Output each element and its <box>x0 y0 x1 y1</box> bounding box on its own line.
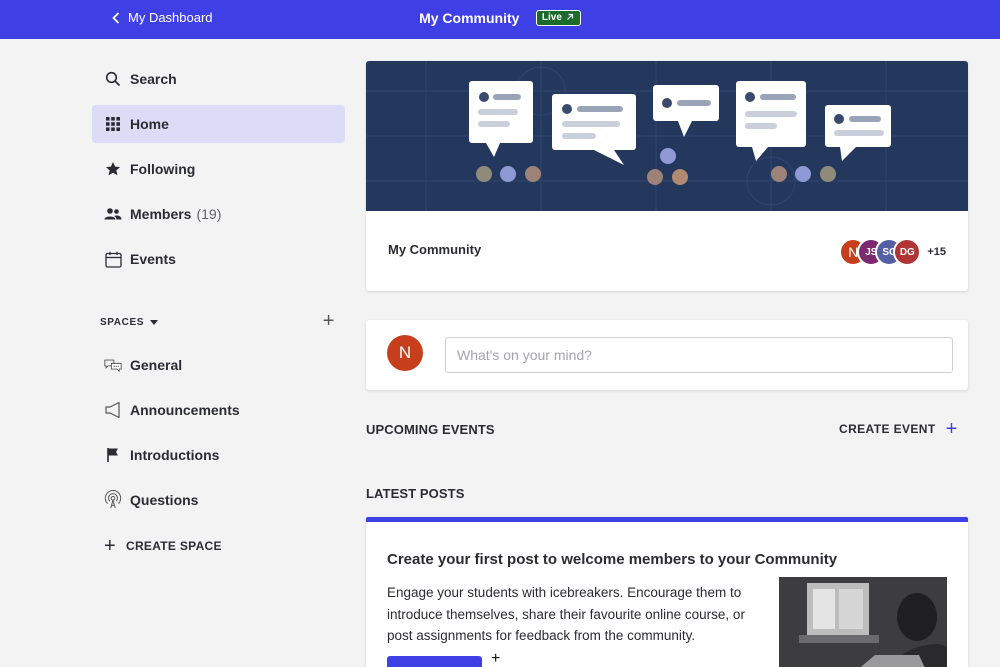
search-icon <box>104 70 122 88</box>
post-body: Engage your students with icebreakers. E… <box>387 585 745 643</box>
spaces-heading[interactable]: SPACES + <box>92 311 345 332</box>
post-composer: N <box>366 320 968 390</box>
sidebar-item-label: Questions <box>130 492 199 508</box>
avatar: N <box>387 335 423 371</box>
sidebar-item-announcements[interactable]: Announcements <box>92 391 345 429</box>
broadcast-icon <box>104 490 122 509</box>
members-icon <box>104 205 122 223</box>
welcome-post-card: Create your first post to welcome member… <box>366 517 968 667</box>
external-link-icon <box>566 14 574 21</box>
crosshair-cursor-icon: + <box>491 650 501 667</box>
sidebar-item-label: General <box>130 357 183 373</box>
community-title: My Community <box>419 9 520 26</box>
post-image <box>779 577 947 667</box>
sidebar-item-label: Home <box>130 116 169 132</box>
create-space-button[interactable]: + CREATE SPACE <box>92 527 345 565</box>
grid-icon <box>104 115 122 133</box>
plus-icon: + <box>104 534 116 557</box>
sidebar-item-introductions[interactable]: Introductions <box>92 436 345 474</box>
sidebar-item-search[interactable]: Search <box>92 60 345 98</box>
sidebar-item-following[interactable]: Following <box>92 150 345 188</box>
post-title: Create your first post to welcome member… <box>387 551 838 568</box>
more-members-count: +15 <box>927 246 946 258</box>
avatar: DG <box>893 238 922 266</box>
sidebar-item-events[interactable]: Events <box>92 240 345 278</box>
plus-icon: + <box>945 418 958 440</box>
title-wrap: My Community Live <box>0 9 1000 27</box>
community-hero-card: My Community N JS SC DG +15 <box>366 61 968 291</box>
star-icon <box>104 160 122 178</box>
sidebar-item-label: Announcements <box>130 402 240 418</box>
sidebar-item-label: Introductions <box>130 447 220 463</box>
sidebar-item-questions[interactable]: Questions <box>92 481 345 519</box>
sidebar-item-label: Search <box>130 71 177 87</box>
members-count: (19) <box>196 206 222 222</box>
upcoming-events-heading: UPCOMING EVENTS <box>366 422 495 437</box>
live-badge[interactable]: Live <box>535 9 581 26</box>
sidebar-item-label: Members <box>130 206 192 222</box>
live-badge-label: Live <box>541 11 562 23</box>
megaphone-icon <box>104 401 122 419</box>
chat-bubbles-icon <box>104 356 122 374</box>
latest-posts-heading: LATEST POSTS <box>366 486 465 501</box>
flag-icon <box>104 446 122 464</box>
sidebar-item-home[interactable]: Home <box>92 105 345 143</box>
sidebar: Search Home Following Members (19) Event… <box>92 60 345 565</box>
sidebar-item-label: Events <box>130 251 176 267</box>
top-bar: My Dashboard My Community Live <box>0 0 1000 39</box>
add-space-icon[interactable]: + <box>323 311 335 331</box>
create-event-label: CREATE EVENT <box>839 422 936 436</box>
sidebar-item-general[interactable]: General <box>92 346 345 384</box>
sidebar-item-label: Following <box>130 161 196 177</box>
member-avatars[interactable]: N JS SC DG +15 <box>839 238 946 266</box>
community-banner <box>366 61 968 211</box>
sidebar-item-members[interactable]: Members (19) <box>92 195 345 233</box>
calendar-icon <box>104 250 122 268</box>
post-input[interactable] <box>445 337 953 373</box>
caret-down-icon <box>149 319 158 325</box>
community-name: My Community <box>388 242 482 257</box>
hero-footer: My Community N JS SC DG +15 <box>366 211 968 291</box>
create-space-label: CREATE SPACE <box>125 539 222 553</box>
create-post-button[interactable] <box>387 656 482 667</box>
banner-illustration <box>366 61 968 211</box>
create-event-button[interactable]: CREATE EVENT + <box>839 418 958 440</box>
spaces-heading-label: SPACES <box>100 316 144 328</box>
